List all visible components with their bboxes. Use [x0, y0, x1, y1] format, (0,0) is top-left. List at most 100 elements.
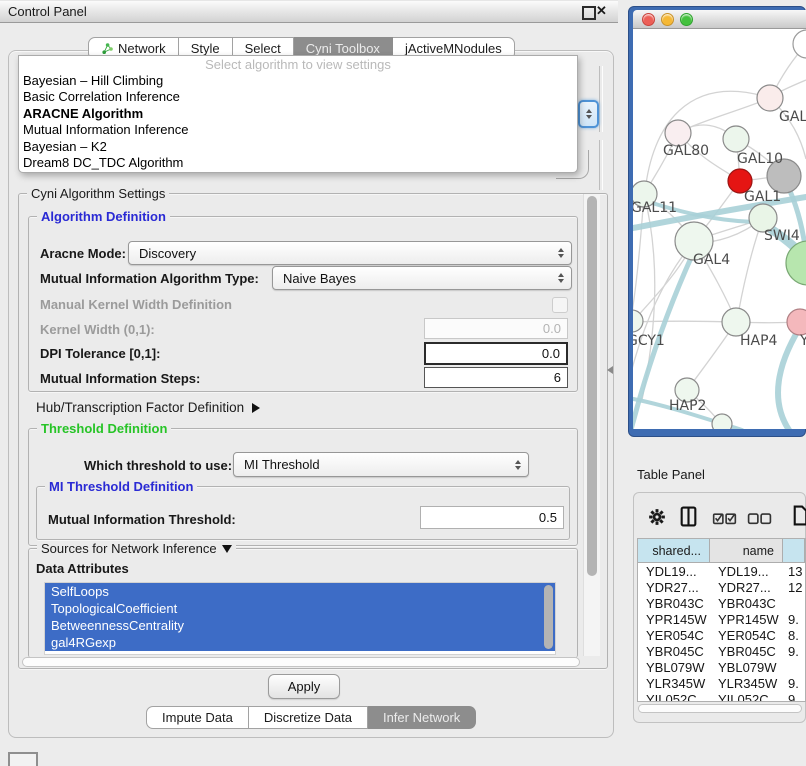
collapse-down-icon[interactable] [222, 545, 232, 553]
network-node-pink-right[interactable] [787, 309, 806, 335]
mi-steps-field[interactable]: 6 [424, 367, 568, 388]
table-cell: YBR045C [638, 644, 710, 659]
table-body: YDL19...YDL19...13YDR27...YDR27...12YBR0… [638, 563, 805, 702]
desktop: { "control_panel": { "title": "Control P… [0, 0, 806, 762]
stepper-icon [558, 248, 564, 258]
close-icon[interactable]: ✕ [596, 3, 607, 19]
table-row[interactable]: YBR043CYBR043C [638, 595, 805, 611]
data-attributes-label: Data Attributes [36, 561, 129, 576]
which-threshold-label: Which threshold to use: [84, 458, 232, 473]
control-panel-titlebar[interactable]: Control Panel ✕ [0, 0, 618, 23]
apply-button[interactable]: Apply [268, 674, 340, 699]
tab-discretize-data[interactable]: Discretize Data [249, 706, 368, 729]
dpi-tolerance-label: DPI Tolerance [0,1]: [40, 346, 160, 361]
column-header-name[interactable]: name [710, 539, 783, 562]
stepper-icon [515, 460, 521, 470]
which-threshold-value: MI Threshold [244, 457, 320, 472]
minimize-light[interactable] [661, 13, 674, 26]
table-row[interactable]: YBL079WYBL079W [638, 660, 805, 676]
list-scrollbar-thumb[interactable] [544, 585, 553, 649]
algorithm-option-bayesian-hill-climbing[interactable]: Bayesian – Hill Climbing [19, 73, 577, 89]
stepper-icon [558, 273, 564, 283]
tab-label: Select [245, 41, 281, 56]
mi-threshold-field[interactable]: 0.5 [420, 506, 564, 529]
algorithm-option-basic-correlation-inference[interactable]: Basic Correlation Inference [19, 89, 577, 105]
float-icon[interactable] [582, 6, 596, 20]
column-header-2[interactable] [783, 539, 805, 562]
hub-definition-label: Hub/Transcription Factor Definition [36, 400, 244, 415]
table-row[interactable]: YER054CYER054C8. [638, 627, 805, 643]
algorithm-option-dream8-dc-tdc-algorithm[interactable]: Dream8 DC_TDC Algorithm [19, 155, 577, 171]
manual-kernel-width-checkbox[interactable] [552, 297, 568, 313]
attribute-item-topologicalcoefficient[interactable]: TopologicalCoefficient [45, 600, 555, 617]
table-cell: YIL052C [710, 692, 783, 702]
table-cell: YDR27... [710, 580, 783, 595]
zoom-light[interactable] [680, 13, 693, 26]
checked-columns-icon[interactable] [712, 512, 737, 525]
algorithm-option-aracne-algorithm[interactable]: ARACNE Algorithm [19, 106, 577, 122]
tab-label: Cyni Toolbox [306, 41, 380, 56]
mi-algorithm-type-value: Naive Bayes [283, 271, 356, 286]
table-cell: 9. [783, 692, 805, 702]
table-cell: YLR345W [710, 676, 783, 691]
groupbox-edge-fragment [599, 140, 603, 190]
settings-vertical-scrollbar[interactable] [583, 194, 600, 656]
network-window-titlebar[interactable] [633, 10, 806, 29]
table-cell: 9. [783, 612, 805, 627]
which-threshold-select[interactable]: MI Threshold [233, 452, 529, 477]
mi-algorithm-type-select[interactable]: Naive Bayes [272, 266, 572, 290]
network-node-bottom-node[interactable] [712, 414, 732, 429]
attribute-item-betweennesscentrality[interactable]: BetweennessCentrality [45, 617, 555, 634]
close-light[interactable] [642, 13, 655, 26]
table-cell: YIL052C [638, 692, 710, 702]
table-cell: YDL19... [638, 564, 710, 579]
network-node-label: Y [799, 333, 806, 349]
expand-right-icon [252, 403, 260, 413]
dpi-tolerance-field[interactable]: 0.0 [424, 342, 568, 365]
network-node-gal-pink[interactable] [757, 85, 783, 111]
table-row[interactable]: YDR27...YDR27...12 [638, 579, 805, 595]
stepper-down-icon [586, 115, 592, 119]
table-cell: YLR345W [638, 676, 710, 691]
tab-label: Impute Data [162, 710, 233, 725]
attribute-item-selfloops[interactable]: SelfLoops [45, 583, 555, 600]
table-row[interactable]: YIL052CYIL052C9. [638, 692, 805, 702]
panel-splitter-handle[interactable] [607, 366, 613, 374]
mi-threshold-label: Mutual Information Threshold: [48, 512, 236, 527]
table-horizontal-scrollbar[interactable] [638, 704, 802, 713]
network-node-gal10[interactable] [723, 126, 749, 152]
aracne-mode-label: Aracne Mode: [40, 246, 126, 261]
dpi-tolerance-value: 0.0 [542, 346, 560, 361]
table-row[interactable]: YLR345WYLR345W9. [638, 676, 805, 692]
focused-combo-stepper[interactable] [578, 100, 599, 128]
network-node-gcy1[interactable] [633, 310, 643, 332]
table-cell: YDL19... [710, 564, 783, 579]
split-view-icon[interactable] [680, 506, 697, 527]
scrollbar-thumb[interactable] [587, 196, 597, 576]
table-row[interactable]: YBR045CYBR045C9. [638, 643, 805, 659]
algorithm-option-bayesian-k2[interactable]: Bayesian – K2 [19, 139, 577, 155]
tab-label: Discretize Data [264, 710, 352, 725]
table-cell: 8. [783, 628, 805, 643]
tab-impute-data[interactable]: Impute Data [146, 706, 249, 729]
gear-icon[interactable] [648, 508, 666, 526]
unchecked-columns-icon[interactable] [747, 513, 772, 525]
data-attributes-list[interactable]: SelfLoopsTopologicalCoefficientBetweenne… [44, 582, 556, 655]
aracne-mode-select[interactable]: Discovery [128, 241, 572, 265]
tab-infer-network[interactable]: Infer Network [368, 706, 476, 729]
table-cell: YBL079W [638, 660, 710, 675]
algorithm-option-mutual-information-inference[interactable]: Mutual Information Inference [19, 122, 577, 138]
attribute-item-gal4rgexp[interactable]: gal4RGexp [45, 634, 555, 651]
hub-definition-expander[interactable]: Hub/Transcription Factor Definition [36, 400, 260, 415]
network-node-top-right[interactable] [793, 30, 806, 58]
algorithm-dropdown-popup: Select algorithm to view settingsBayesia… [18, 55, 578, 173]
document-icon[interactable] [793, 505, 806, 526]
group-title: Threshold Definition [37, 421, 171, 436]
network-graph[interactable]: GALGAL80GAL10GAL1GAL11SWI4GAL4GCY1HAP4YH… [633, 29, 806, 429]
table-row[interactable]: YDL19...YDL19...13 [638, 563, 805, 579]
column-header-shared[interactable]: shared... [638, 539, 710, 562]
table-row[interactable]: YPR145WYPR145W9. [638, 611, 805, 627]
node-table[interactable]: shared...name YDL19...YDL19...13YDR27...… [637, 538, 806, 702]
settings-horizontal-scrollbar[interactable] [22, 657, 580, 667]
network-node-hap4[interactable] [722, 308, 750, 336]
